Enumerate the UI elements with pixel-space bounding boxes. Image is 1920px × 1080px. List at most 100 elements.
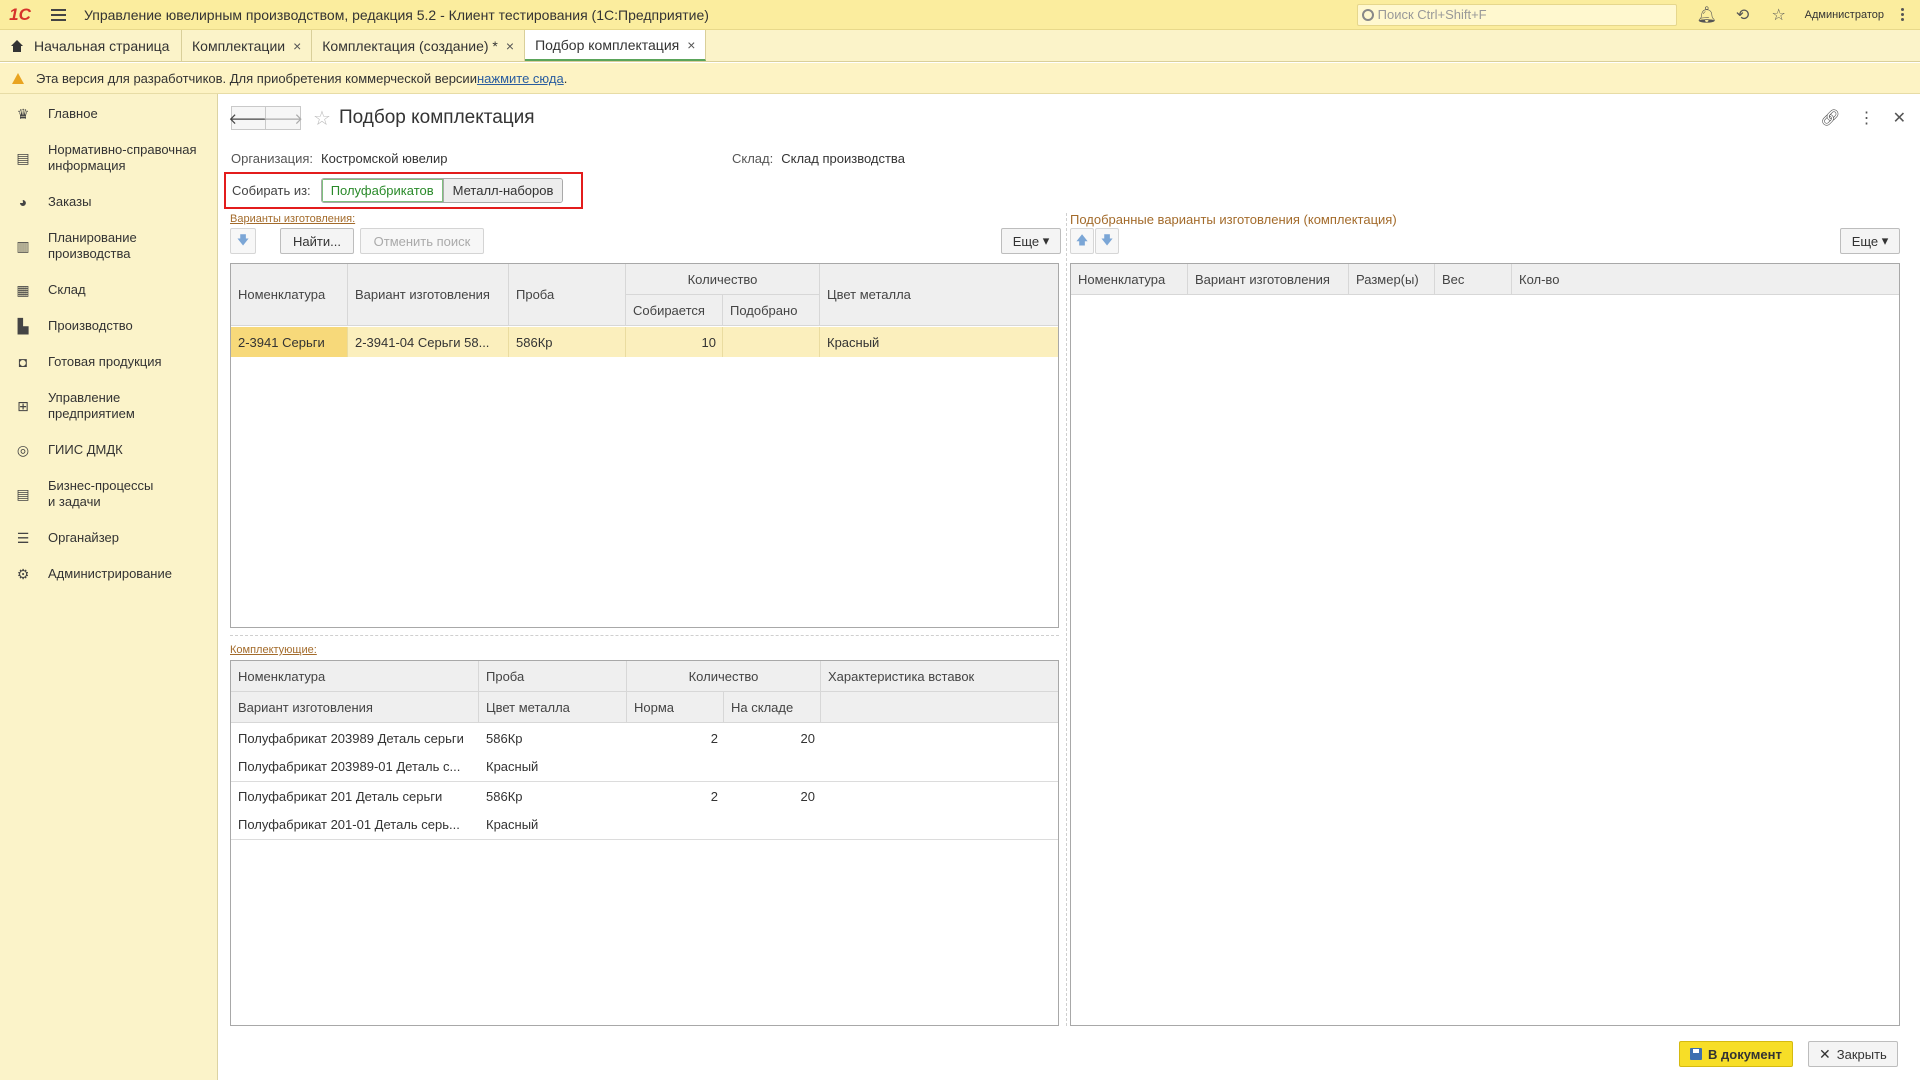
close-icon[interactable]: × <box>506 38 514 54</box>
pie-icon: ◕ <box>18 194 28 210</box>
tab-komplektacii[interactable]: Комплектации × <box>182 30 313 61</box>
cell-in-stock[interactable]: 20 <box>724 782 821 810</box>
col-collecting[interactable]: Собирается <box>626 295 723 326</box>
horizontal-splitter[interactable] <box>230 635 1059 636</box>
cancel-search-button[interactable]: Отменить поиск <box>360 228 484 254</box>
col-inserts[interactable]: Характеристика вставок <box>821 661 1058 692</box>
warehouse-value[interactable]: Склад производства <box>781 151 905 166</box>
col-metal-color[interactable]: Цвет металла <box>479 692 627 723</box>
cell-norm[interactable]: 2 <box>627 782 724 810</box>
cell-picked[interactable] <box>723 327 820 357</box>
sidebar-item-planning[interactable]: ▥ Планирование производства <box>0 220 217 272</box>
col-in-stock[interactable]: На складе <box>724 692 821 723</box>
sidebar-item-organizer[interactable]: ☰ Органайзер <box>0 520 217 556</box>
move-up-button[interactable]: 🡅 <box>1070 228 1094 254</box>
cell-variant[interactable]: 2-3941-04 Серьги 58... <box>348 327 509 357</box>
table-row[interactable]: Полуфабрикат 203989 Деталь серьги Полуфа… <box>231 724 1058 781</box>
collect-from-toggle[interactable]: Полуфабрикатов Металл-наборов <box>320 178 564 203</box>
tab-podbor-komplektaciya[interactable]: Подбор комплектация × <box>525 30 707 61</box>
variants-table[interactable]: Номенклатура Вариант изготовления Проба … <box>230 263 1059 628</box>
col-nomenclature[interactable]: Номенклатура <box>231 264 348 326</box>
sidebar-item-production[interactable]: ▙ Производство <box>0 308 217 344</box>
app-logo[interactable]: 1С <box>0 0 40 30</box>
sidebar-item-orders[interactable]: ◕ Заказы <box>0 184 217 220</box>
cell-variant[interactable]: Полуфабрикат 201-01 Деталь серь... <box>231 810 479 839</box>
col-nomenclature[interactable]: Номенклатура <box>231 661 479 692</box>
col-assay[interactable]: Проба <box>479 661 627 692</box>
selected-table[interactable]: Номенклатура Вариант изготовления Размер… <box>1070 263 1900 1026</box>
col-variant[interactable]: Вариант изготовления <box>1188 264 1349 295</box>
forward-button[interactable]: 🡒 <box>263 106 303 130</box>
close-icon[interactable]: ✕ <box>1893 108 1906 128</box>
components-table[interactable]: Номенклатура Вариант изготовления Проба … <box>230 660 1059 1026</box>
col-picked[interactable]: Подобрано <box>723 295 820 326</box>
back-button[interactable]: 🡐 <box>228 106 269 130</box>
bag-icon: ◘ <box>18 354 28 370</box>
sidebar-item-administration[interactable]: ⚙ Администрирование <box>0 556 217 592</box>
sidebar-item-warehouse[interactable]: ▦ Склад <box>0 272 217 308</box>
find-button[interactable]: Найти... <box>280 228 354 254</box>
cell-nomenclature[interactable]: Полуфабрикат 201 Деталь серьги <box>231 782 479 810</box>
cell-metal-color[interactable]: Красный <box>479 810 627 839</box>
sidebar-item-business-processes[interactable]: ▤ Бизнес-процессы и задачи <box>0 468 217 520</box>
col-size[interactable]: Размер(ы) <box>1349 264 1435 295</box>
row-divider <box>231 839 1058 840</box>
col-nomenclature[interactable]: Номенклатура <box>1071 264 1188 295</box>
cell-variant[interactable]: Полуфабрикат 203989-01 Деталь с... <box>231 752 479 781</box>
sidebar-item-main[interactable]: ♛ Главное <box>0 96 217 132</box>
bell-icon[interactable]: 🔔︎ <box>1689 0 1725 30</box>
current-user[interactable]: Администратор <box>1805 9 1884 21</box>
more-button-left[interactable]: Еще ▾ <box>1001 228 1061 254</box>
global-search-input[interactable]: Поиск Ctrl+Shift+F <box>1356 3 1677 26</box>
col-assay[interactable]: Проба <box>509 264 626 326</box>
favorite-star-icon[interactable]: ☆ <box>313 106 331 131</box>
history-icon[interactable]: ⟲ <box>1725 0 1761 30</box>
to-document-button[interactable]: В документ <box>1679 1041 1793 1067</box>
sidebar-item-finished-goods[interactable]: ◘ Готовая продукция <box>0 344 217 380</box>
option-metal-sets[interactable]: Металл-наборов <box>443 179 563 202</box>
close-icon[interactable]: × <box>293 38 301 54</box>
cell-collecting[interactable]: 10 <box>626 327 723 357</box>
close-icon[interactable]: × <box>687 37 695 53</box>
cell-in-stock[interactable]: 20 <box>724 724 821 752</box>
sidebar-item-enterprise[interactable]: ⊞ Управление предприятием <box>0 380 217 432</box>
sections-sidebar: ♛ Главное ▤ Нормативно-справочная информац… <box>0 94 218 1080</box>
organization-value[interactable]: Костромской ювелир <box>321 151 447 166</box>
col-weight[interactable]: Вес <box>1435 264 1512 295</box>
sidebar-item-reference[interactable]: ▤ Нормативно-справочная информация <box>0 132 217 184</box>
col-quantity: Количество <box>627 661 821 692</box>
cell-metal-color[interactable]: Красный <box>820 327 1058 357</box>
variants-section-label: Варианты изготовления: <box>230 213 356 225</box>
cell-nomenclature[interactable]: Полуфабрикат 203989 Деталь серьги <box>231 724 479 752</box>
tab-home[interactable]: Начальная страница <box>0 30 182 61</box>
cell-assay[interactable]: 586Кр <box>509 327 626 357</box>
cell-norm[interactable]: 2 <box>627 724 724 752</box>
collect-from-group: Собирать из: Полуфабрикатов Металл-набор… <box>224 172 583 209</box>
col-variant[interactable]: Вариант изготовления <box>231 692 479 723</box>
move-down-button[interactable]: 🡇 <box>1095 228 1119 254</box>
more-vertical-icon[interactable]: ⋮ <box>1859 108 1875 128</box>
vertical-splitter[interactable] <box>1066 213 1067 1026</box>
move-down-button[interactable]: 🡇 <box>230 228 256 254</box>
tab-komplektaciya-create[interactable]: Комплектация (создание) * × <box>312 30 526 61</box>
more-button-right[interactable]: Еще ▾ <box>1840 228 1900 254</box>
close-button[interactable]: ✕ Закрыть <box>1808 1041 1898 1067</box>
ring-icon: ◎ <box>16 441 30 458</box>
sidebar-item-giis[interactable]: ◎ ГИИС ДМДК <box>0 432 217 468</box>
cell-nomenclature[interactable]: 2-3941 Серьги <box>231 327 348 357</box>
cell-assay[interactable]: 586Кр <box>479 782 627 810</box>
col-metal-color[interactable]: Цвет металла <box>820 264 1058 326</box>
more-vertical-icon[interactable] <box>1892 8 1912 21</box>
col-variant[interactable]: Вариант изготовления <box>348 264 509 326</box>
cell-assay[interactable]: 586Кр <box>479 724 627 752</box>
col-qty[interactable]: Кол-во <box>1512 264 1899 295</box>
link-icon[interactable]: 🔗︎ <box>1820 108 1840 128</box>
purchase-link[interactable]: нажмите сюда <box>477 71 564 86</box>
table-row[interactable]: Полуфабрикат 201 Деталь серьги Полуфабри… <box>231 782 1058 839</box>
favorites-star-icon[interactable]: ☆ <box>1761 0 1797 30</box>
cell-metal-color[interactable]: Красный <box>479 752 627 781</box>
main-menu-icon[interactable] <box>40 0 76 30</box>
table-row[interactable]: 2-3941 Серьги 2-3941-04 Серьги 58... 586… <box>231 327 1058 357</box>
col-norm[interactable]: Норма <box>627 692 724 723</box>
option-semi-finished[interactable]: Полуфабрикатов <box>321 179 444 202</box>
